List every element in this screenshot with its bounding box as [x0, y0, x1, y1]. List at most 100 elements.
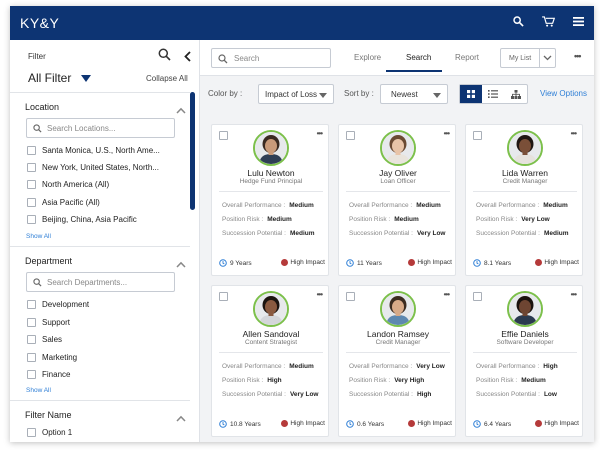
color-by-value: Impact of Loss	[265, 90, 318, 99]
all-filter-dropdown[interactable]: All Filter	[28, 71, 92, 85]
cart-icon[interactable]	[542, 16, 555, 27]
department-option[interactable]: Support	[27, 318, 70, 327]
view-toolbar: Color by : Impact of Loss Sort by : Newe…	[200, 76, 594, 110]
impact-dot-icon	[535, 259, 543, 266]
avatar	[507, 130, 543, 166]
list-view-icon[interactable]	[482, 85, 504, 103]
card-select-checkbox[interactable]	[219, 131, 228, 140]
card-select-checkbox[interactable]	[473, 131, 482, 140]
search-icon[interactable]	[158, 48, 171, 66]
color-by-dropdown[interactable]: Impact of Loss	[258, 84, 334, 104]
risk-metric: Position Risk : Medium	[476, 377, 546, 384]
chevron-up-icon[interactable]	[176, 255, 186, 273]
clock-icon	[219, 420, 227, 428]
department-search-input[interactable]: Search Departments...	[26, 272, 175, 292]
location-option[interactable]: Santa Monica, U.S., North Ame...	[27, 146, 160, 155]
card-more-options-icon[interactable]: •••	[317, 129, 323, 138]
impact-dot-icon	[281, 259, 289, 266]
caret-down-icon	[433, 93, 441, 98]
department-option[interactable]: Finance	[27, 370, 70, 379]
card-more-options-icon[interactable]: •••	[444, 290, 450, 299]
tenure: 11 Years	[346, 259, 382, 267]
active-tab-indicator	[386, 70, 442, 72]
checkbox[interactable]	[27, 428, 36, 437]
search-icon[interactable]	[513, 16, 524, 27]
chevron-up-icon[interactable]	[176, 101, 186, 119]
main-search-placeholder: Search	[234, 54, 260, 63]
sidebar-title: Filter	[28, 52, 46, 61]
employee-job-title: Software Developer	[496, 339, 554, 346]
impact-dot-icon	[408, 420, 416, 427]
avatar	[380, 291, 416, 327]
location-option[interactable]: Asia Pacific (All)	[27, 198, 100, 207]
employee-card[interactable]: ••• Landon Ramsey Credit Manager Overall…	[338, 285, 456, 437]
more-options-icon[interactable]: •••	[574, 51, 582, 61]
checkbox[interactable]	[27, 163, 36, 172]
employee-card[interactable]: ••• Allen Sandoval Content Strategist Ov…	[211, 285, 329, 437]
card-select-checkbox[interactable]	[219, 292, 228, 301]
location-option[interactable]: North America (All)	[27, 180, 109, 189]
view-options-link[interactable]: View Options	[540, 89, 587, 98]
main-search-input[interactable]: Search	[211, 48, 331, 68]
sidebar-scrollbar[interactable]	[190, 92, 195, 210]
checkbox[interactable]	[27, 318, 36, 327]
succession-metric: Succession Potential : Very Low	[222, 391, 319, 398]
app-logo[interactable]: KY&Y	[20, 15, 59, 31]
location-search-input[interactable]: Search Locations...	[26, 118, 175, 138]
tenure: 9 Years	[219, 259, 252, 267]
card-select-checkbox[interactable]	[473, 292, 482, 301]
employee-name: Effie Daniels	[501, 329, 549, 339]
checkbox[interactable]	[27, 335, 36, 344]
location-search-placeholder: Search Locations...	[47, 124, 116, 133]
card-more-options-icon[interactable]: •••	[444, 129, 450, 138]
card-select-checkbox[interactable]	[346, 292, 355, 301]
employee-card[interactable]: ••• Jay Oliver Loan Officer Overall Perf…	[338, 124, 456, 276]
department-show-all-link[interactable]: Show All	[26, 387, 51, 394]
checkbox[interactable]	[27, 300, 36, 309]
sort-by-dropdown[interactable]: Newest	[380, 84, 448, 104]
top-navigation-bar: KY&Y	[10, 6, 594, 40]
checkbox[interactable]	[27, 180, 36, 189]
chevron-left-icon[interactable]	[184, 49, 191, 67]
checkbox[interactable]	[27, 215, 36, 224]
tenure: 8.1 Years	[473, 259, 511, 267]
location-show-all-link[interactable]: Show All	[26, 233, 51, 240]
card-more-options-icon[interactable]: •••	[571, 129, 577, 138]
department-option[interactable]: Sales	[27, 335, 62, 344]
performance-metric: Overall Performance : Medium	[222, 202, 314, 209]
avatar	[253, 291, 289, 327]
card-select-checkbox[interactable]	[346, 131, 355, 140]
clock-icon	[219, 259, 227, 267]
card-more-options-icon[interactable]: •••	[317, 290, 323, 299]
checkbox[interactable]	[27, 353, 36, 362]
org-chart-icon[interactable]	[505, 85, 527, 103]
location-option[interactable]: New York, United States, North...	[27, 163, 159, 172]
performance-metric: Overall Performance : High	[476, 363, 558, 370]
tab-explore[interactable]: Explore	[354, 53, 381, 62]
hamburger-menu-icon[interactable]	[573, 17, 584, 26]
employee-card[interactable]: ••• Lulu Newton Hedge Fund Principal Ove…	[211, 124, 329, 276]
employee-job-title: Credit Manager	[375, 339, 421, 346]
chevron-up-icon[interactable]	[176, 409, 186, 427]
department-option[interactable]: Development	[27, 300, 89, 309]
employee-card[interactable]: ••• Effie Daniels Software Developer Ove…	[465, 285, 583, 437]
grid-view-icon[interactable]	[460, 85, 483, 103]
employee-name: Jay Oliver	[379, 168, 417, 178]
employee-job-title: Loan Officer	[380, 178, 416, 185]
succession-metric: Succession Potential : Very Low	[349, 230, 446, 237]
collapse-all-link[interactable]: Collapse All	[146, 74, 188, 83]
performance-metric: Overall Performance : Very Low	[349, 363, 445, 370]
checkbox[interactable]	[27, 146, 36, 155]
my-list-dropdown[interactable]: My List	[500, 48, 556, 68]
employee-job-title: Content Strategist	[244, 339, 298, 346]
tab-search[interactable]: Search	[406, 53, 431, 62]
tab-report[interactable]: Report	[455, 53, 479, 62]
filter-name-option[interactable]: Option 1	[27, 428, 72, 437]
department-option[interactable]: Marketing	[27, 353, 77, 362]
checkbox[interactable]	[27, 198, 36, 207]
location-option[interactable]: Beijing, China, Asia Pacific	[27, 215, 137, 224]
employee-card[interactable]: ••• Lida Warren Credit Manager Overall P…	[465, 124, 583, 276]
checkbox[interactable]	[27, 370, 36, 379]
card-more-options-icon[interactable]: •••	[571, 290, 577, 299]
employee-name: Landon Ramsey	[367, 329, 429, 339]
